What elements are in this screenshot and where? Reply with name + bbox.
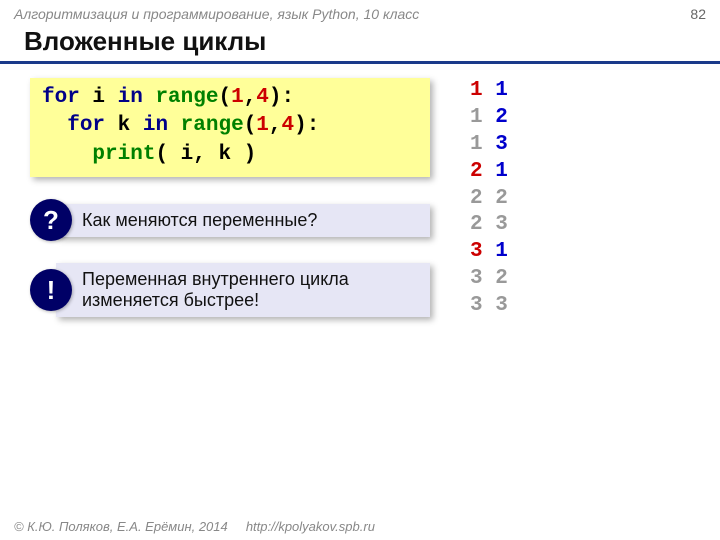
code-line-3: print( i, k ) xyxy=(42,141,418,169)
page-number: 82 xyxy=(690,6,706,22)
code-block: for i in range(1,4): for k in range(1,4)… xyxy=(30,78,430,177)
note-callout: ! Переменная внутреннего цикла изменяетс… xyxy=(30,263,430,317)
exclamation-icon: ! xyxy=(30,269,72,311)
output-row: 3 1 xyxy=(470,239,508,266)
question-callout: ? Как меняются переменные? xyxy=(30,199,430,241)
output-row: 2 2 xyxy=(470,186,508,213)
slide-header: Алгоритмизация и программирование, язык … xyxy=(0,0,720,24)
question-icon: ? xyxy=(30,199,72,241)
slide-content: for i in range(1,4): for k in range(1,4)… xyxy=(0,64,720,317)
output-row: 3 3 xyxy=(470,293,508,320)
output-row: 2 3 xyxy=(470,212,508,239)
output-row: 2 1 xyxy=(470,159,508,186)
copyright: © К.Ю. Поляков, Е.А. Ерёмин, 2014 xyxy=(14,519,228,534)
output-row: 3 2 xyxy=(470,266,508,293)
note-text: Переменная внутреннего цикла изменяется … xyxy=(56,263,430,317)
output-block: 1 11 21 32 12 22 33 13 23 3 xyxy=(470,78,508,320)
output-row: 1 2 xyxy=(470,105,508,132)
question-text: Как меняются переменные? xyxy=(56,204,430,237)
footer-url: http://kpolyakov.spb.ru xyxy=(246,519,375,534)
code-line-2: for k in range(1,4): xyxy=(42,112,418,140)
code-line-1: for i in range(1,4): xyxy=(42,84,418,112)
course-name: Алгоритмизация и программирование, язык … xyxy=(14,6,419,22)
output-row: 1 1 xyxy=(470,78,508,105)
output-row: 1 3 xyxy=(470,132,508,159)
slide-title: Вложенные циклы xyxy=(0,24,720,64)
slide-footer: © К.Ю. Поляков, Е.А. Ерёмин, 2014 http:/… xyxy=(14,519,375,534)
